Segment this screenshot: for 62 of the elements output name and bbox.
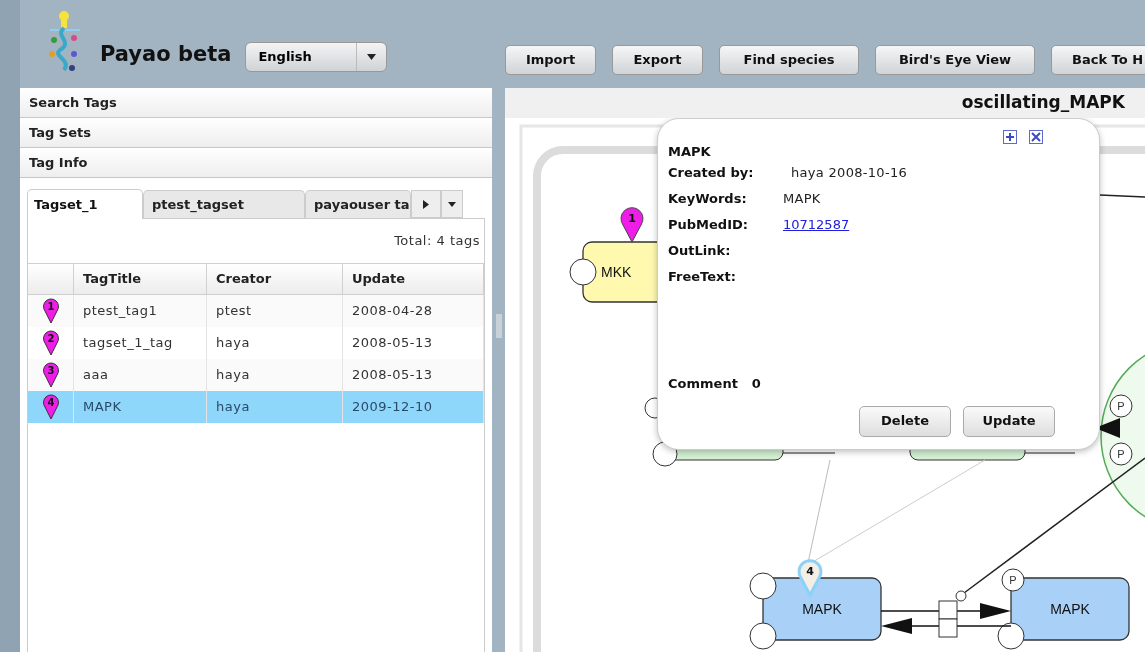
tag-count: Total: 4 tags (394, 232, 480, 251)
column-header[interactable]: Creator (207, 264, 343, 294)
comment-count: 0 (751, 375, 761, 393)
node-label: MAPK (802, 601, 842, 617)
tagset-tab[interactable]: payaouser ta (305, 190, 411, 218)
tagset-tab[interactable]: ptest_tagset (143, 190, 305, 218)
toolbar-button[interactable]: Find species (719, 45, 859, 75)
field-label: Created by: (668, 164, 755, 183)
table-row[interactable]: 4 MAPK haya 2009-12-10 (28, 391, 484, 423)
pubmed-link[interactable]: 10712587 (783, 215, 850, 235)
field-label: PubMedID: (668, 216, 749, 235)
language-dropdown[interactable]: English (245, 42, 388, 72)
field-label: OutLink: (668, 242, 732, 261)
close-icon[interactable] (1029, 130, 1043, 144)
pin-marker-icon[interactable]: 4 (797, 559, 823, 597)
connector-line (1099, 194, 1145, 198)
accordion-header[interactable]: Tag Info (20, 148, 492, 178)
popup-button[interactable]: Update (963, 405, 1055, 437)
pin-marker-icon: 1 (42, 298, 59, 324)
table-row[interactable]: 1 ptest_tag1 ptest 2008-04-28 (28, 295, 484, 327)
pin-marker-icon: 4 (42, 394, 59, 420)
caret-icon (367, 54, 377, 60)
accordion-header[interactable]: Search Tags (20, 88, 492, 118)
app-title: Payao beta (100, 40, 232, 68)
species-node[interactable] (997, 577, 1130, 650)
column-header[interactable]: Update (343, 264, 484, 294)
tag-title: MAPK (668, 143, 711, 161)
node-label: MAPK (1050, 601, 1090, 617)
field-label: KeyWords: (668, 190, 748, 209)
tagset-tab[interactable]: Tagset_1 (27, 189, 143, 219)
node-label: MKK (601, 264, 632, 280)
state-variable: P (1109, 394, 1133, 418)
tab-menu-button[interactable] (441, 190, 463, 218)
state-variable: P (1001, 568, 1025, 592)
logo-icon (46, 10, 82, 74)
state-variable: P (1109, 442, 1133, 466)
column-header[interactable]: TagTitle (74, 264, 207, 294)
toolbar-button[interactable]: Back To H (1051, 45, 1145, 75)
scroll-tabs-button[interactable] (411, 190, 441, 218)
caret-icon (448, 201, 456, 207)
field-value: MAPK (783, 190, 821, 209)
accordion-header[interactable]: Tag Sets (20, 118, 492, 148)
reaction-line (1024, 452, 1076, 454)
diagram-title: oscillating_MAPK (961, 91, 1125, 115)
table-cell: haya (207, 391, 343, 423)
table-row[interactable]: 3 aaa haya 2008-05-13 (28, 359, 484, 391)
splitter-handle-icon[interactable] (495, 314, 502, 338)
table-cell: 2009-12-10 (343, 391, 484, 423)
reaction-line (782, 452, 836, 454)
add-icon[interactable] (1003, 130, 1017, 144)
table-cell: MAPK (74, 391, 207, 423)
field-value: haya 2008-10-16 (791, 164, 908, 183)
toolbar-button[interactable]: Export (612, 45, 703, 75)
field-label: FreeText: (668, 268, 737, 287)
right-arrow-icon (423, 199, 429, 209)
pin-marker-icon: 3 (42, 362, 59, 388)
popup-button[interactable]: Delete (859, 405, 951, 437)
pin-marker-icon: 2 (42, 330, 59, 356)
toolbar-button[interactable]: Import (505, 45, 596, 75)
comment-label: Comment (668, 375, 738, 393)
toolbar-button[interactable]: Bird's Eye View (875, 45, 1035, 75)
pin-marker-icon[interactable]: 1 (620, 207, 644, 243)
